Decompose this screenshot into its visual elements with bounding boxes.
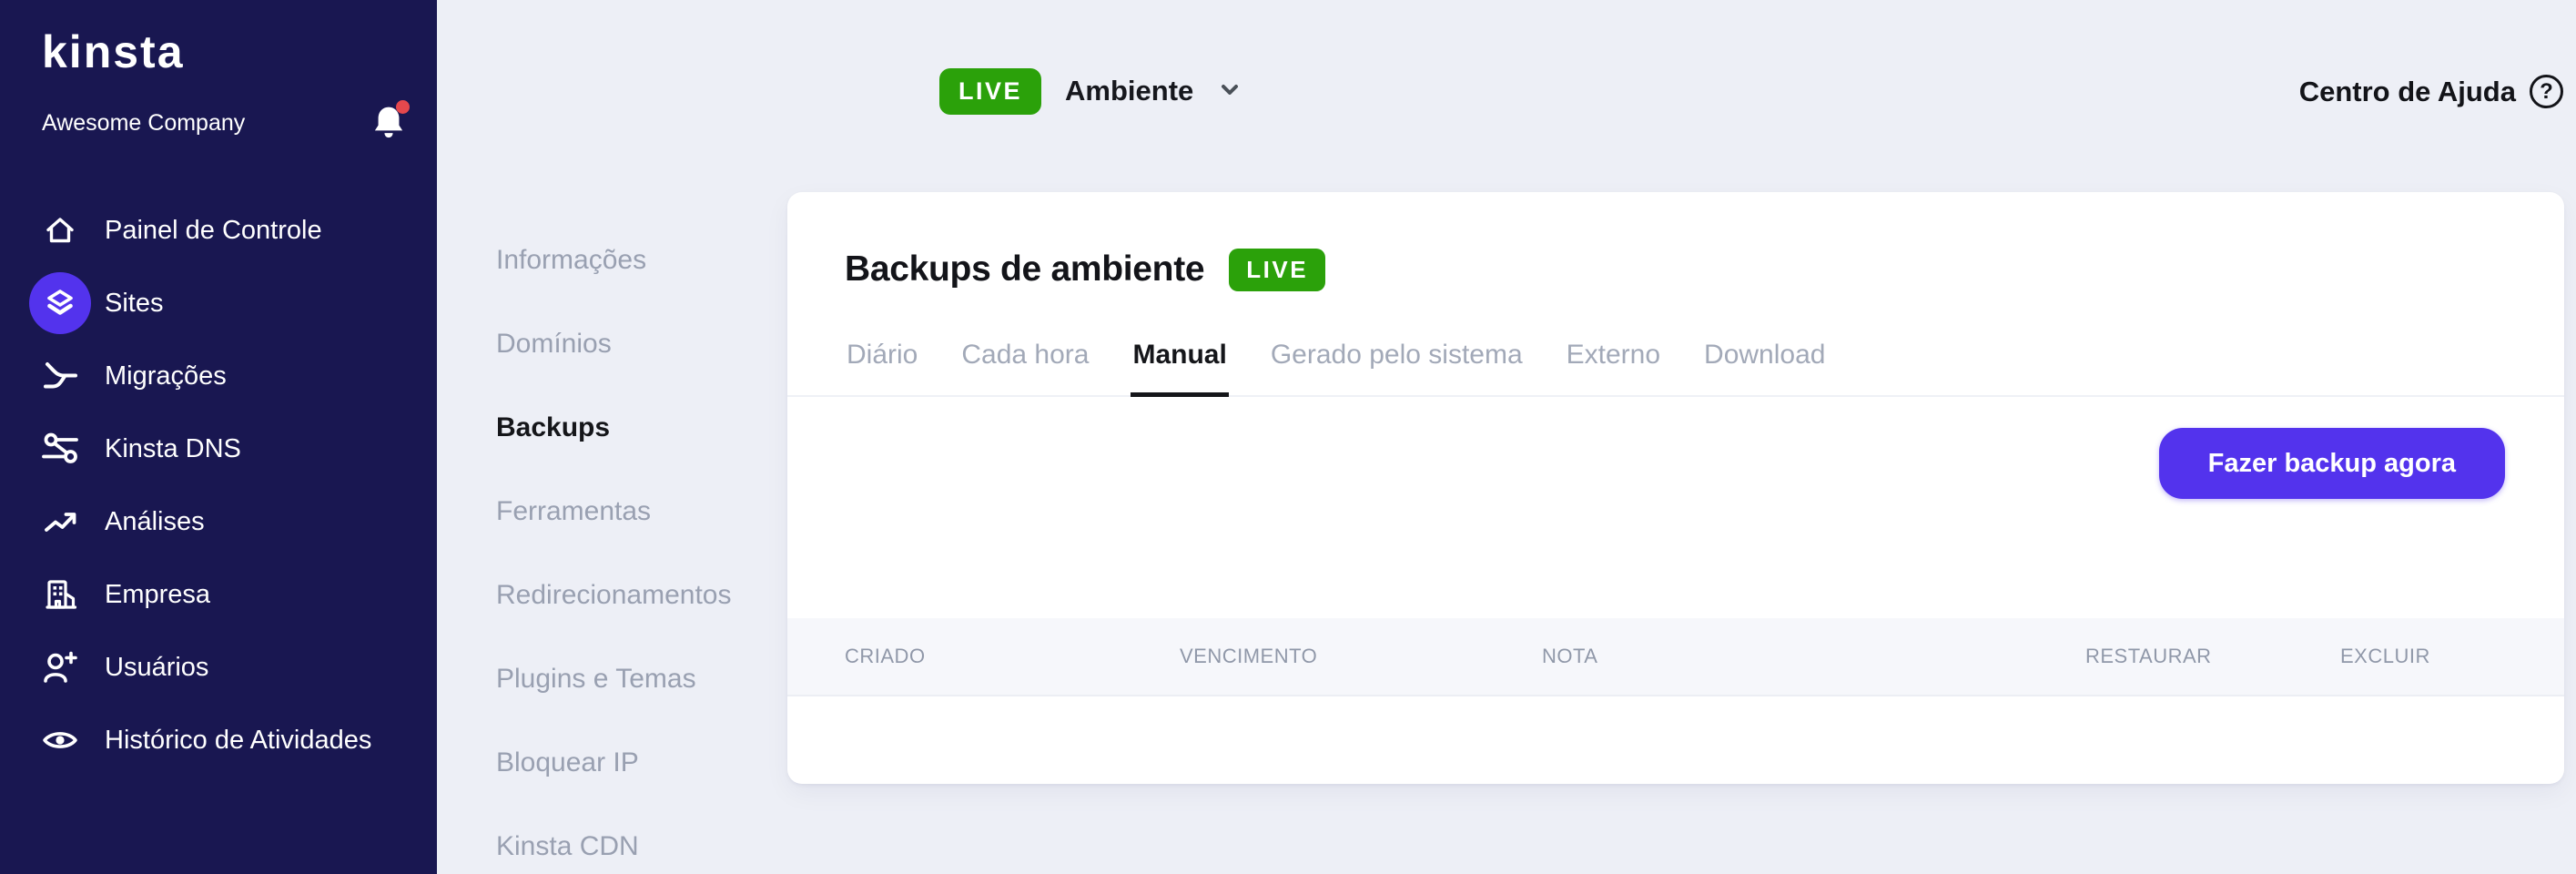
sidebar-item-empresa[interactable]: Empresa (0, 558, 437, 631)
sidebar-item-label: Usuários (105, 653, 208, 683)
eye-icon (40, 720, 80, 760)
bell-icon (370, 129, 407, 143)
tab-diario[interactable]: Diário (845, 332, 919, 397)
sidebar-item-historico-de-atividades[interactable]: Histórico de Atividades (0, 704, 437, 777)
company-row: Awesome Company (42, 102, 410, 144)
environment-live-badge: LIVE (939, 68, 1041, 115)
tab-gerado-pelo-sistema[interactable]: Gerado pelo sistema (1269, 332, 1525, 397)
primary-nav: Painel de Controle Sites (0, 194, 437, 777)
sidebar-item-kinsta-dns[interactable]: Kinsta DNS (0, 412, 437, 485)
sidebar-item-label: Empresa (105, 580, 210, 610)
backup-type-tabs: Diário Cada hora Manual Gerado pelo sist… (787, 332, 2564, 397)
subnav-item-informacoes[interactable]: Informações (496, 218, 769, 302)
help-center-link[interactable]: Centro de Ajuda ? (2299, 75, 2563, 108)
dns-nodes-icon (40, 429, 80, 469)
tab-download[interactable]: Download (1702, 332, 1827, 397)
backup-toolbar: Fazer backup agora (787, 397, 2564, 499)
column-header-restaurar: RESTAURAR (2085, 645, 2340, 668)
chevron-down-icon (1217, 76, 1242, 107)
company-building-icon (40, 574, 80, 615)
help-center-label: Centro de Ajuda (2299, 76, 2516, 108)
title-live-badge: LIVE (1229, 249, 1325, 291)
tab-cada-hora[interactable]: Cada hora (959, 332, 1090, 397)
subnav-item-dominios[interactable]: Domínios (496, 302, 769, 386)
subnav-item-kinsta-cdn[interactable]: Kinsta CDN (496, 805, 769, 874)
mykinsta-app: kinsta Awesome Company (0, 0, 2576, 874)
sidebar-item-painel-de-controle[interactable]: Painel de Controle (0, 194, 437, 267)
column-header-criado: CRIADO (845, 645, 1180, 668)
tab-manual[interactable]: Manual (1131, 332, 1228, 397)
company-name: Awesome Company (42, 110, 245, 137)
column-header-vencimento: VENCIMENTO (1180, 645, 1542, 668)
environment-switcher[interactable]: LIVE Ambiente (939, 68, 1242, 114)
notification-dot (396, 100, 410, 114)
sidebar-item-label: Sites (105, 289, 163, 319)
sites-layers-icon (40, 283, 80, 323)
primary-sidebar: kinsta Awesome Company (0, 0, 437, 874)
sidebar-item-label: Painel de Controle (105, 216, 322, 246)
column-header-excluir: EXCLUIR (2340, 645, 2507, 668)
subnav-item-backups[interactable]: Backups (496, 386, 769, 470)
tab-externo[interactable]: Externo (1565, 332, 1662, 397)
sidebar-item-sites[interactable]: Sites (0, 267, 437, 340)
sidebar-item-usuarios[interactable]: Usuários (0, 631, 437, 704)
analytics-trend-icon (40, 502, 80, 542)
kinsta-logo: kinsta (42, 25, 185, 78)
user-plus-icon (40, 647, 80, 687)
backups-card: Backups de ambiente LIVE Diário Cada hor… (787, 192, 2564, 784)
sidebar-item-label: Migrações (105, 361, 227, 391)
create-backup-button[interactable]: Fazer backup agora (2159, 428, 2505, 499)
sidebar-item-label: Histórico de Atividades (105, 726, 371, 756)
subnav-item-bloquear-ip[interactable]: Bloquear IP (496, 721, 769, 805)
subnav-item-plugins-e-temas[interactable]: Plugins e Temas (496, 637, 769, 721)
subnav-item-redirecionamentos[interactable]: Redirecionamentos (496, 554, 769, 637)
site-subnav: Informações Domínios Backups Ferramentas… (496, 218, 769, 874)
backups-table-body (787, 696, 2564, 774)
home-icon (40, 210, 80, 250)
card-header: Backups de ambiente LIVE (787, 192, 2564, 292)
help-question-icon: ? (2530, 75, 2563, 108)
sidebar-item-migracoes[interactable]: Migrações (0, 340, 437, 412)
environment-label: Ambiente (1065, 75, 1193, 107)
sidebar-item-label: Análises (105, 507, 205, 537)
column-header-nota: NOTA (1542, 645, 2085, 668)
subnav-item-ferramentas[interactable]: Ferramentas (496, 470, 769, 554)
sidebar-item-analises[interactable]: Análises (0, 485, 437, 558)
migrations-merge-icon (40, 356, 80, 396)
sidebar-item-label: Kinsta DNS (105, 434, 241, 464)
page-title: Backups de ambiente (845, 247, 1204, 292)
backups-table-header: CRIADO VENCIMENTO NOTA RESTAURAR EXCLUIR (787, 618, 2564, 696)
notification-bell-button[interactable] (368, 102, 410, 144)
